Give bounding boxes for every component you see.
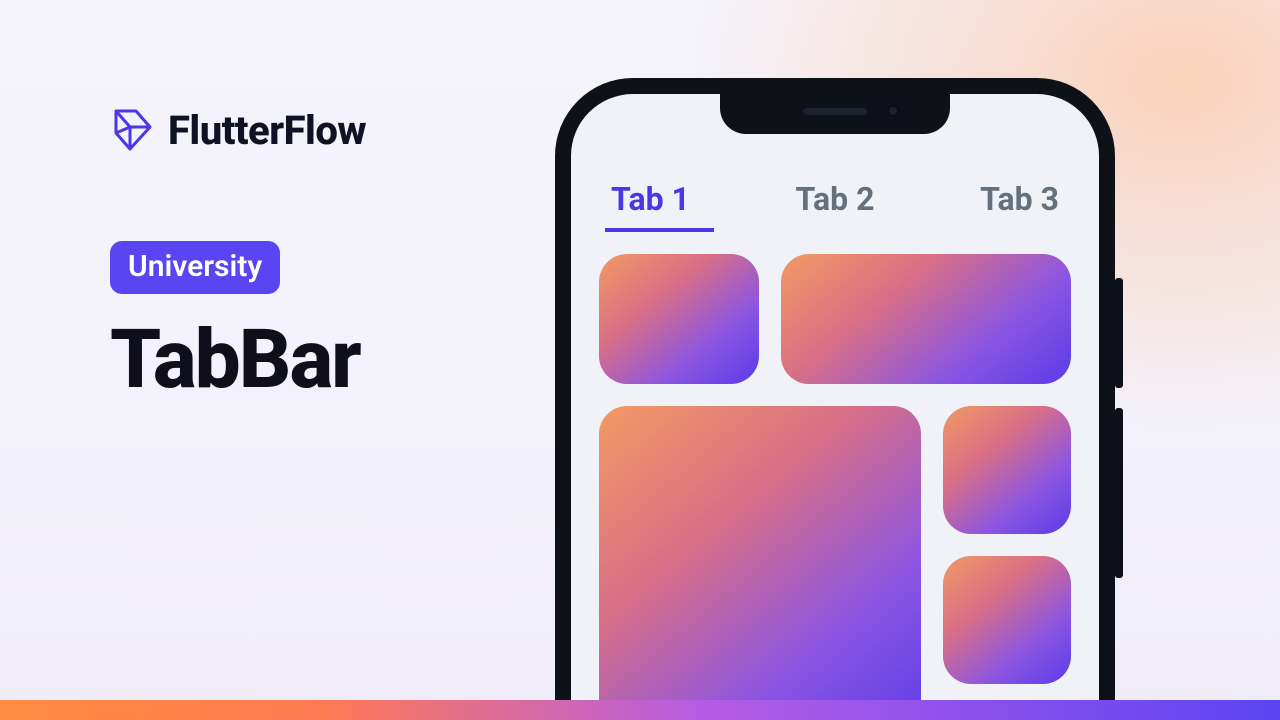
content-card xyxy=(781,254,1071,384)
phone-frame: Tab 1 Tab 2 Tab 3 xyxy=(555,78,1115,720)
thumbnail-stage: FlutterFlow University TabBar Tab 1 Tab … xyxy=(0,0,1280,720)
page-title: TabBar xyxy=(110,312,590,408)
phone-screen: Tab 1 Tab 2 Tab 3 xyxy=(571,94,1099,720)
content-card xyxy=(599,254,759,384)
tab-3[interactable]: Tab 3 xyxy=(980,180,1059,228)
phone-side-button-icon xyxy=(1115,408,1123,578)
phone-mockup: Tab 1 Tab 2 Tab 3 xyxy=(555,78,1115,720)
left-column: FlutterFlow University TabBar xyxy=(110,105,590,408)
footer-accent-bar xyxy=(0,700,1280,720)
tab-bar: Tab 1 Tab 2 Tab 3 xyxy=(571,180,1099,228)
content-card xyxy=(943,406,1071,534)
tab-2[interactable]: Tab 2 xyxy=(796,180,875,228)
tab-content xyxy=(599,254,1071,720)
content-card xyxy=(599,406,921,720)
brand-name: FlutterFlow xyxy=(168,107,366,154)
tab-1[interactable]: Tab 1 xyxy=(611,180,690,228)
university-badge: University xyxy=(110,241,280,294)
content-card xyxy=(943,556,1071,684)
phone-notch-icon xyxy=(720,94,950,134)
flutterflow-logo-icon xyxy=(110,105,154,155)
phone-side-button-icon xyxy=(1115,278,1123,388)
brand-lockup: FlutterFlow xyxy=(110,105,590,155)
